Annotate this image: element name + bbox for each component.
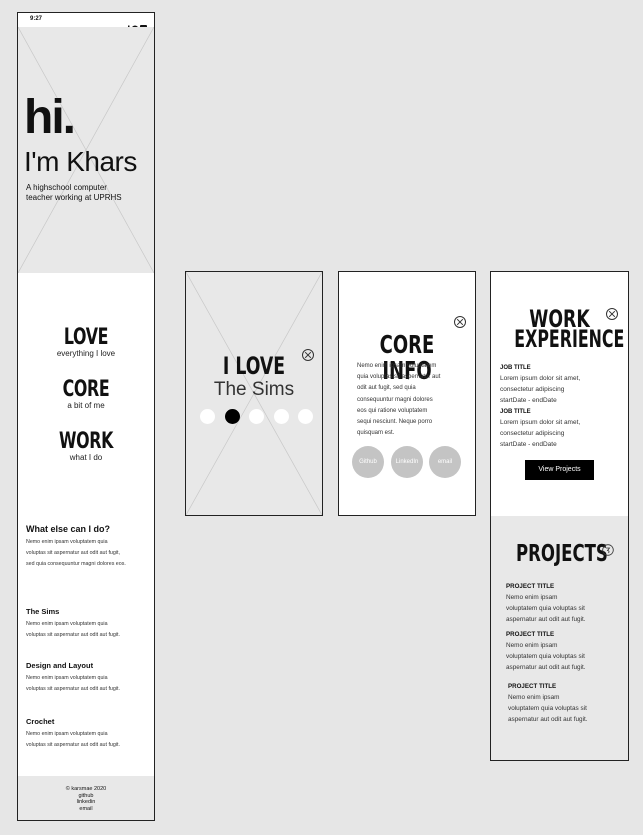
job-line: consectetur adipiscing [500, 386, 565, 393]
project-line: Nemo enim ipsam [508, 694, 560, 701]
menu-work-title: WORK [59, 429, 113, 454]
item-line: Nemo enim ipsam voluptatem quia [26, 621, 108, 627]
core-line: quia voluptas sit aspernatur aut [357, 374, 441, 381]
carousel-dot[interactable] [249, 409, 264, 424]
item-line: voluptas sit aspernatur aut odit aut fug… [26, 632, 120, 638]
projects-section: PROJECTS PROJECT TITLE Nemo enim ipsam v… [491, 516, 628, 760]
project-line: voluptatem quia voluptas sit [506, 653, 585, 660]
carousel-dot[interactable] [298, 409, 313, 424]
item-line: Nemo enim ipsam voluptatem quia [26, 675, 108, 681]
core-line: eos qui ratione voluptatem [357, 407, 428, 414]
github-button[interactable]: Github [352, 446, 384, 478]
job-line: startDate - endDate [500, 397, 557, 404]
project-line: aspernatur aut odit aut fugit. [506, 664, 586, 671]
menu-love-sub: everything I love [56, 349, 116, 358]
footer-link-email[interactable]: email [18, 806, 154, 813]
email-button[interactable]: email [429, 446, 461, 478]
what-else-line: sed quia consequuntur magni dolores eos. [26, 561, 126, 567]
hero-subtitle-line1: A highschool computer [26, 183, 107, 192]
job-line: Lorem ipsum dolor sit amet, [500, 375, 581, 382]
close-icon[interactable] [302, 349, 314, 361]
job-line: Lorem ipsum dolor sit amet, [500, 419, 581, 426]
project-line: voluptatem quia voluptas sit [506, 605, 585, 612]
job-line: startDate - endDate [500, 441, 557, 448]
hero-name: I'm Khars [24, 146, 137, 177]
job-title: JOB TITLE [500, 365, 531, 371]
what-else-heading: What else can I do? [26, 524, 111, 534]
project-entry[interactable]: PROJECT TITLE Nemo enim ipsam voluptatem… [506, 582, 624, 625]
core-text: Nemo enim ipsam voluptatem quia voluptas… [357, 361, 475, 439]
love-subject: The Sims [213, 379, 295, 400]
carousel-dots [200, 409, 314, 425]
carousel-dot[interactable] [273, 409, 289, 424]
project-line: voluptatem quia voluptas sit [508, 705, 587, 712]
core-line: sequi nesciunt. Neque porro [357, 419, 433, 426]
item-title: Design and Layout [26, 661, 94, 670]
close-icon[interactable] [454, 316, 466, 328]
job-line: consectetur adipiscing [500, 430, 565, 437]
what-else-line: Nemo enim ipsam voluptatem quia [26, 539, 108, 545]
item-the-sims[interactable]: The Sims Nemo enim ipsam voluptatem quia… [26, 607, 152, 641]
item-crochet[interactable]: Crochet Nemo enim ipsam voluptatem quia … [26, 717, 152, 751]
job-title: JOB TITLE [500, 409, 531, 415]
project-entry[interactable]: PROJECT TITLE Nemo enim ipsam voluptatem… [508, 682, 626, 725]
signal-wifi-battery-icon [124, 17, 148, 30]
core-line: Nemo enim ipsam voluptatem [357, 363, 437, 369]
menu-core-sub: a bit of me [67, 401, 105, 410]
carousel-dot[interactable] [200, 409, 215, 424]
view-projects-button[interactable]: View Projects [525, 460, 594, 480]
linkedin-button[interactable]: LinkedIn [391, 446, 423, 478]
phone-mockup: 9:27 hi. I'm Khars A highschool computer… [17, 12, 155, 821]
item-title: The Sims [26, 607, 60, 616]
hero-hi: hi. [24, 91, 76, 144]
menu-core[interactable]: CORE a bit of me [18, 377, 154, 411]
item-design-layout[interactable]: Design and Layout Nemo enim ipsam volupt… [26, 661, 152, 695]
item-title: Crochet [26, 717, 55, 726]
project-line: aspernatur aut odit aut fugit. [506, 616, 586, 623]
menu-core-title: CORE [62, 377, 110, 402]
what-else-text: Nemo enim ipsam voluptatem quia voluptas… [26, 537, 154, 570]
item-line: Nemo enim ipsam voluptatem quia [26, 731, 108, 737]
work-heading-line2: EXPERIENCE [514, 325, 625, 353]
project-line: Nemo enim ipsam [506, 642, 558, 649]
projects-heading: PROJECTS [516, 541, 608, 567]
menu-work[interactable]: WORK what I do [18, 429, 154, 463]
love-card: I LOVE The Sims [185, 271, 323, 516]
project-title: PROJECT TITLE [506, 583, 555, 590]
job-entry: JOB TITLE Lorem ipsum dolor sit amet, co… [500, 363, 626, 406]
menu-love[interactable]: LOVE everything I love [18, 325, 154, 359]
carousel-dot-active[interactable] [224, 409, 240, 424]
what-else-line: voluptas sit aspernatur aut odit aut fug… [26, 550, 120, 556]
project-title: PROJECT TITLE [508, 683, 557, 690]
core-line: odit aut fugit, sed quia [357, 385, 416, 392]
job-entry: JOB TITLE Lorem ipsum dolor sit amet, co… [500, 407, 626, 450]
status-bar: 9:27 [18, 13, 154, 30]
status-time: 9:27 [30, 16, 43, 22]
love-heading: I LOVE [222, 352, 286, 380]
project-line: aspernatur aut odit aut fugit. [508, 716, 588, 723]
project-title: PROJECT TITLE [506, 631, 555, 638]
menu-love-title: LOVE [63, 325, 109, 350]
core-info-card: CORE INFO Nemo enim ipsam voluptatem qui… [338, 271, 476, 516]
project-entry[interactable]: PROJECT TITLE Nemo enim ipsam voluptatem… [506, 630, 624, 673]
hero-subtitle-line2: teacher working at UPRHS [26, 193, 122, 202]
work-projects-card: WORK EXPERIENCE JOB TITLE Lorem ipsum do… [490, 271, 629, 761]
footer: © karsmae 2020 github linkedin email [18, 776, 154, 820]
project-line: Nemo enim ipsam [506, 594, 558, 601]
item-line: voluptas sit aspernatur aut odit aut fug… [26, 686, 120, 692]
refresh-icon[interactable] [602, 543, 614, 556]
core-line: consequuntur magni dolores [357, 396, 433, 403]
menu-work-sub: what I do [69, 453, 103, 462]
item-line: voluptas sit aspernatur aut odit aut fug… [26, 742, 120, 748]
core-line: quisquam est. [357, 430, 395, 437]
